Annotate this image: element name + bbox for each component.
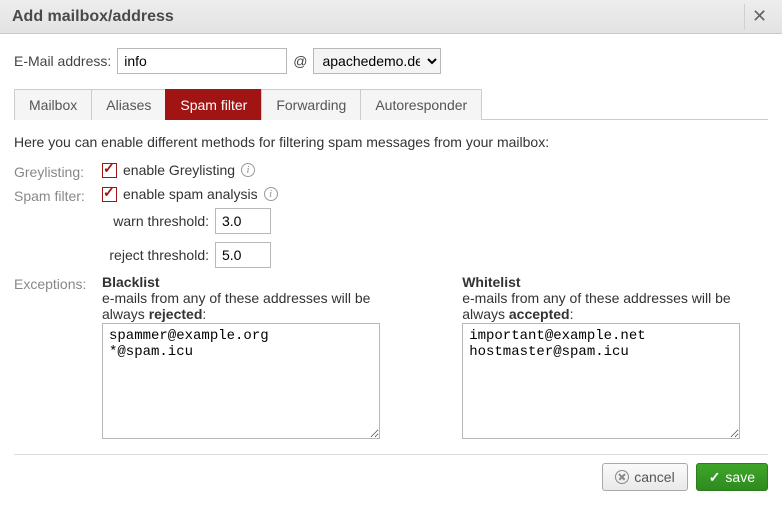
close-icon: ✕ <box>752 6 767 27</box>
whitelist-desc: e-mails from any of these addresses will… <box>462 290 768 322</box>
spamfilter-label: Spam filter: <box>14 186 94 204</box>
tab-mailbox[interactable]: Mailbox <box>14 89 92 120</box>
dialog-title: Add mailbox/address <box>12 8 744 26</box>
cancel-button[interactable]: cancel <box>602 463 687 491</box>
spamfilter-checkbox-label: enable spam analysis <box>123 186 258 202</box>
reject-threshold-input[interactable] <box>215 242 271 268</box>
tab-bar: Mailbox Aliases Spam filter Forwarding A… <box>14 88 768 120</box>
email-at: @ <box>293 53 307 69</box>
save-button[interactable]: ✓ save <box>696 463 768 491</box>
whitelist-column: Whitelist e-mails from any of these addr… <box>462 274 768 442</box>
blacklist-desc: e-mails from any of these addresses will… <box>102 290 402 322</box>
info-icon[interactable]: i <box>264 187 278 201</box>
reject-threshold-label: reject threshold: <box>102 247 215 263</box>
tab-autoresponder[interactable]: Autoresponder <box>360 89 482 120</box>
greylisting-checkbox-label: enable Greylisting <box>123 162 235 178</box>
divider <box>14 454 768 455</box>
warn-threshold-input[interactable] <box>215 208 271 234</box>
cancel-icon <box>615 470 629 484</box>
tab-spam-filter[interactable]: Spam filter <box>165 89 262 120</box>
tab-aliases[interactable]: Aliases <box>91 89 166 120</box>
blacklist-title: Blacklist <box>102 274 402 290</box>
blacklist-textarea[interactable] <box>102 323 380 439</box>
spam-intro: Here you can enable different methods fo… <box>14 134 768 150</box>
greylisting-label: Greylisting: <box>14 162 94 180</box>
whitelist-title: Whitelist <box>462 274 768 290</box>
email-label: E-Mail address: <box>14 53 111 69</box>
greylisting-checkbox[interactable] <box>102 163 117 178</box>
spamfilter-checkbox[interactable] <box>102 187 117 202</box>
tab-forwarding[interactable]: Forwarding <box>261 89 361 120</box>
close-button[interactable]: ✕ <box>744 4 774 30</box>
info-icon[interactable]: i <box>241 163 255 177</box>
check-icon: ✓ <box>709 469 721 486</box>
blacklist-column: Blacklist e-mails from any of these addr… <box>102 274 402 442</box>
email-localpart-input[interactable] <box>117 48 287 74</box>
email-domain-select[interactable]: apachedemo.de <box>313 48 441 74</box>
email-row: E-Mail address: @ apachedemo.de <box>14 48 768 74</box>
warn-threshold-label: warn threshold: <box>102 213 215 229</box>
cancel-button-label: cancel <box>634 469 674 485</box>
whitelist-textarea[interactable] <box>462 323 740 439</box>
exceptions-label: Exceptions: <box>14 274 94 292</box>
dialog-titlebar: Add mailbox/address ✕ <box>0 0 782 34</box>
save-button-label: save <box>725 469 755 485</box>
